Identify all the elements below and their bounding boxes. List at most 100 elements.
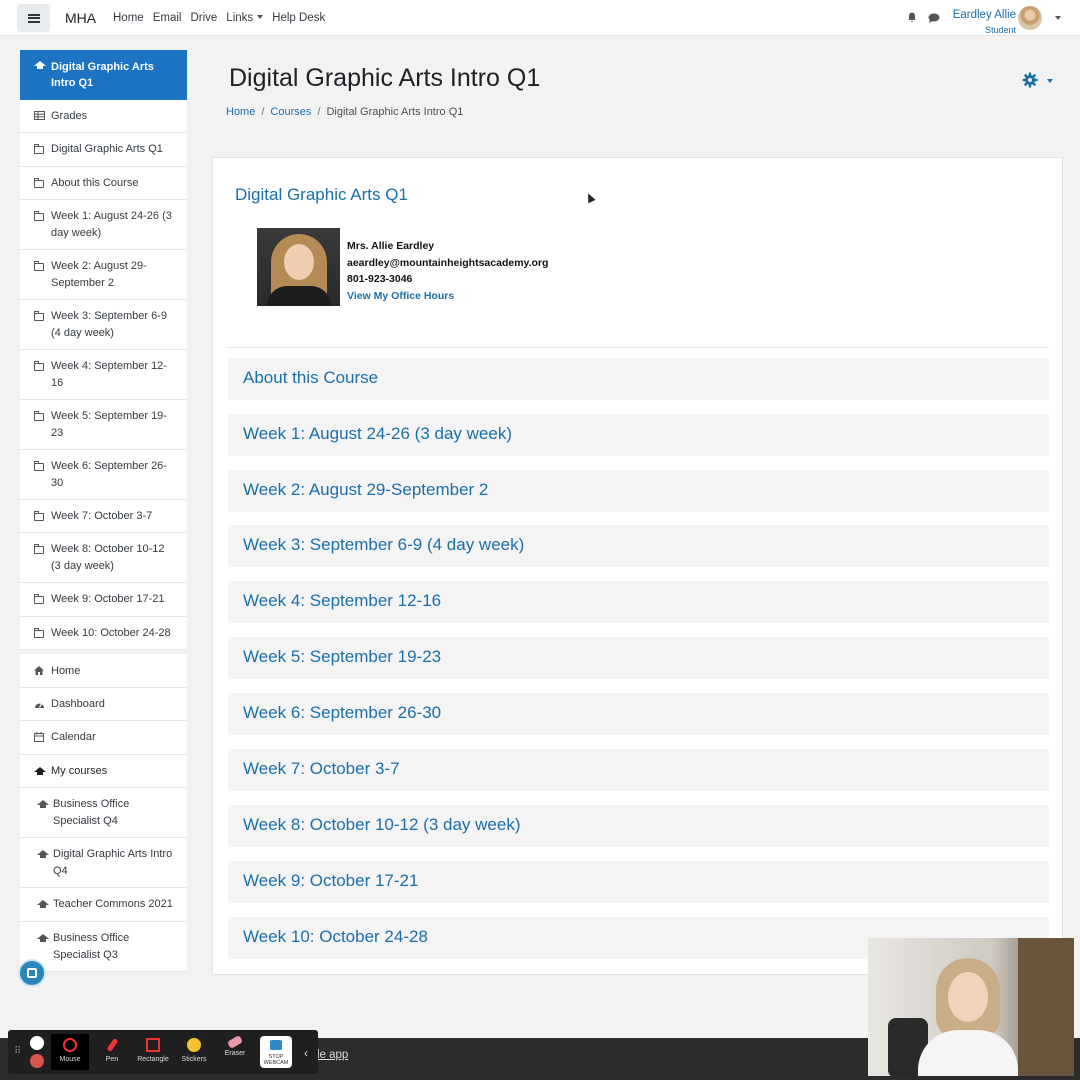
nav-link-drive[interactable]: Drive (190, 12, 217, 24)
drawer-item-course[interactable]: Business Office Specialist Q4 (20, 788, 187, 838)
chat-icon[interactable] (928, 13, 940, 23)
folder-icon (34, 144, 44, 154)
chevron-left-icon[interactable]: ‹ (304, 1046, 308, 1060)
tool-label: Pen (105, 1056, 119, 1063)
graduation-cap-icon (34, 61, 46, 69)
section-about[interactable]: About this Course (228, 358, 1049, 400)
user-menu-caret-icon[interactable] (1055, 16, 1061, 20)
tool-mouse-button[interactable]: Mouse (51, 1034, 89, 1070)
drawer-item-label: Week 8: October 10-12 (3 day week) (51, 543, 165, 572)
drawer-item-label: Digital Graphic Arts Intro Q1 (51, 61, 154, 89)
drawer-item-week-3[interactable]: Week 3: September 6-9 (4 day week) (20, 300, 187, 350)
dashboard-icon (35, 702, 44, 708)
drawer-item-home[interactable]: Home (20, 654, 187, 688)
tool-eraser-button[interactable]: Eraser (216, 1034, 254, 1070)
site-brand[interactable]: MHA (65, 10, 96, 26)
folder-icon (34, 544, 44, 554)
drawer-item-calendar[interactable]: Calendar (20, 721, 187, 755)
breadcrumb-courses[interactable]: Courses (270, 106, 311, 118)
section-week-6[interactable]: Week 6: September 26-30 (228, 693, 1049, 735)
drawer-item-week-2[interactable]: Week 2: August 29-September 2 (20, 250, 187, 300)
drawer-item-week-10[interactable]: Week 10: October 24-28 (20, 617, 187, 650)
drawer-item-my-courses[interactable]: My courses (20, 755, 187, 788)
office-hours-link[interactable]: View My Office Hours (347, 288, 548, 305)
folder-icon (34, 178, 44, 188)
drawer-item-label: Week 5: September 19-23 (51, 410, 167, 439)
drawer-item-grades[interactable]: Grades (20, 100, 187, 133)
drawer-item-label: Week 3: September 6-9 (4 day week) (51, 310, 167, 339)
breadcrumb-separator: / (317, 106, 321, 118)
calendar-icon (34, 732, 44, 742)
section-week-2[interactable]: Week 2: August 29-September 2 (228, 470, 1049, 512)
section-week-9[interactable]: Week 9: October 17-21 (228, 861, 1049, 903)
drawer-item-week-4[interactable]: Week 4: September 12-16 (20, 350, 187, 400)
drawer-item-course[interactable]: Business Office Specialist Q3 (20, 922, 187, 972)
accessibility-button[interactable] (18, 959, 46, 987)
drawer-item-label: About this Course (51, 177, 139, 189)
gear-icon[interactable] (1022, 72, 1038, 88)
drawer-item-about[interactable]: About this Course (20, 167, 187, 200)
drawer-item-label: Week 1: August 24-26 (3 day week) (51, 210, 172, 239)
drawer-item-week-5[interactable]: Week 5: September 19-23 (20, 400, 187, 450)
course-section-title[interactable]: Digital Graphic Arts Q1 (235, 185, 408, 205)
tool-label: Mouse (59, 1056, 81, 1063)
teacher-phone: 801-923-3046 (347, 273, 413, 285)
section-week-8[interactable]: Week 8: October 10-12 (3 day week) (228, 805, 1049, 847)
folder-icon (34, 361, 44, 371)
section-week-4[interactable]: Week 4: September 12-16 (228, 581, 1049, 623)
drawer-item-week-8[interactable]: Week 8: October 10-12 (3 day week) (20, 533, 187, 583)
settings-caret-icon[interactable] (1047, 79, 1053, 83)
stop-recording-button[interactable] (30, 1054, 44, 1068)
sticker-icon (187, 1038, 201, 1052)
nav-link-links-dropdown[interactable]: Links (226, 12, 264, 24)
drawer-item-label: Business Office Specialist Q4 (53, 798, 130, 827)
nav-links: Home Email Drive Links Help Desk (113, 12, 334, 24)
user-name[interactable]: Eardley Allie (953, 9, 1016, 21)
breadcrumb-home[interactable]: Home (226, 106, 255, 118)
home-icon (34, 666, 44, 675)
drawer-item-course[interactable]: Teacher Commons 2021 (20, 888, 187, 922)
drawer-item-week-1[interactable]: Week 1: August 24-26 (3 day week) (20, 200, 187, 250)
tool-stickers-button[interactable]: Stickers (175, 1034, 213, 1070)
drawer-item-label: Home (51, 665, 81, 677)
drawer-item-course[interactable]: Digital Graphic Arts Intro Q4 (20, 838, 187, 888)
section-week-5[interactable]: Week 5: September 19-23 (228, 637, 1049, 679)
stop-webcam-button[interactable]: STOP WEBCAM (260, 1036, 292, 1068)
section-week-3[interactable]: Week 3: September 6-9 (4 day week) (228, 525, 1049, 567)
drawer-item-section-general[interactable]: Digital Graphic Arts Q1 (20, 133, 187, 167)
drawer-item-course-home[interactable]: Digital Graphic Arts Intro Q1 (20, 50, 187, 100)
drawer-item-week-7[interactable]: Week 7: October 3-7 (20, 500, 187, 533)
nav-link-email[interactable]: Email (153, 12, 182, 24)
course-drawer: Digital Graphic Arts Intro Q1 Grades Dig… (20, 50, 187, 972)
drawer-item-week-9[interactable]: Week 9: October 17-21 (20, 583, 187, 617)
nav-link-home[interactable]: Home (113, 12, 144, 24)
table-icon (34, 111, 45, 120)
tool-pen-button[interactable]: Pen (93, 1034, 131, 1070)
drawer-item-label: Digital Graphic Arts Intro Q4 (53, 848, 173, 877)
course-content-card: Digital Graphic Arts Q1 Mrs. Allie Eardl… (212, 157, 1063, 975)
nav-link-help-desk[interactable]: Help Desk (272, 12, 325, 24)
bell-icon[interactable] (907, 12, 917, 23)
graduation-cap-icon (34, 767, 46, 775)
pause-recording-button[interactable] (30, 1036, 44, 1050)
section-week-7[interactable]: Week 7: October 3-7 (228, 749, 1049, 791)
user-role: Student (984, 25, 1016, 35)
user-avatar[interactable] (1018, 6, 1042, 30)
tool-label: Stickers (181, 1056, 207, 1063)
drawer-item-label: Week 4: September 12-16 (51, 360, 167, 389)
drawer-toggle-button[interactable] (17, 4, 50, 32)
section-week-1[interactable]: Week 1: August 24-26 (3 day week) (228, 414, 1049, 456)
folder-icon (34, 511, 44, 521)
folder-icon (34, 261, 44, 271)
webcam-overlay (868, 938, 1074, 1076)
drawer-item-label: Week 10: October 24-28 (51, 627, 171, 639)
drag-handle-icon[interactable]: ⠿ (14, 1046, 21, 1057)
teacher-photo (257, 228, 340, 306)
folder-icon (34, 311, 44, 321)
accessibility-icon (27, 968, 37, 978)
drawer-item-week-6[interactable]: Week 6: September 26-30 (20, 450, 187, 500)
drawer-item-dashboard[interactable]: Dashboard (20, 688, 187, 721)
strip-link-text[interactable]: le app (317, 1049, 348, 1061)
tool-rectangle-button[interactable]: Rectangle (134, 1034, 172, 1070)
graduation-cap-icon (37, 934, 49, 942)
